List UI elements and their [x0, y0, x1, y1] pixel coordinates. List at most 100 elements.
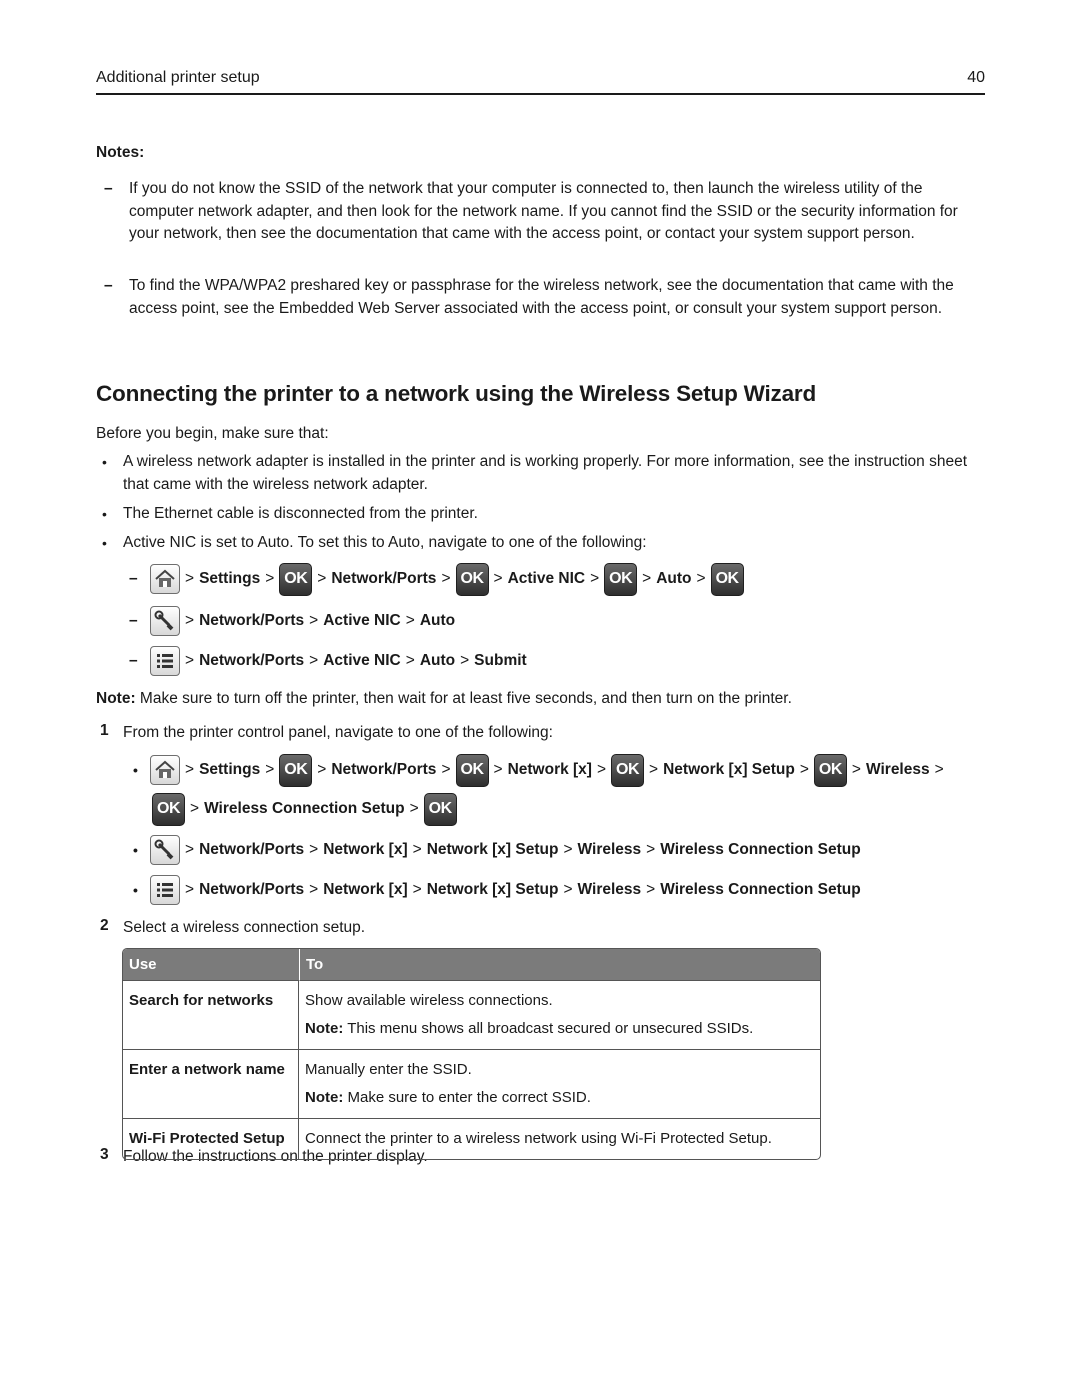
menu-list-icon: [150, 875, 180, 905]
prereq-item: • A wireless network adapter is installe…: [96, 451, 985, 496]
connection-options-table: Use To Search for networks Show availabl…: [122, 948, 821, 1160]
menu-path-item: Wireless Connection Setup: [204, 800, 405, 817]
menu-path-item: Network/Ports: [331, 570, 437, 587]
cell-note-label: Note:: [305, 1020, 344, 1037]
separator: >: [185, 612, 195, 629]
menu-path-item: Network/Ports: [331, 761, 437, 778]
bullet-mark: •: [133, 882, 138, 898]
separator: >: [646, 841, 656, 858]
separator: >: [265, 570, 275, 587]
step1-path-wrench: • > Network/Ports > Network [x] > Networ…: [96, 832, 861, 868]
step1-path-menu: • > Network/Ports > Network [x] > Networ…: [96, 872, 861, 908]
menu-path-item: Active NIC: [507, 570, 586, 587]
separator: >: [412, 841, 422, 858]
note-text: To find the WPA/WPA2 preshared key or pa…: [129, 277, 954, 317]
wrench-icon: [150, 606, 180, 636]
separator: >: [646, 881, 656, 898]
cell-note-text: This menu shows all broadcast secured or…: [343, 1020, 754, 1037]
separator: >: [642, 570, 652, 587]
step-number: 3: [100, 1146, 109, 1163]
menu-path-item: Settings: [199, 761, 261, 778]
nic-path-menu: – > Network/Ports > Active NIC > Auto > …: [96, 643, 527, 679]
menu-path-item: Network [x] Setup: [426, 881, 559, 898]
column-header-to: To: [299, 949, 820, 981]
dash-mark: –: [129, 612, 138, 629]
separator: >: [493, 761, 503, 778]
menu-path-item: Active NIC: [323, 612, 401, 629]
intro-text: Before you begin, make sure that:: [96, 425, 329, 442]
separator: >: [185, 881, 195, 898]
separator: >: [265, 761, 275, 778]
step-number: 2: [100, 917, 109, 934]
separator: >: [851, 761, 861, 778]
menu-path-item: Submit: [474, 652, 527, 669]
prereq-text: Active NIC is set to Auto. To set this t…: [123, 534, 647, 551]
menu-path-item: Auto: [419, 612, 456, 629]
note-item: – If you do not know the SSID of the net…: [96, 178, 985, 246]
prereq-item: • The Ethernet cable is disconnected fro…: [96, 503, 985, 526]
separator: >: [696, 570, 706, 587]
ok-button-icon: OK: [813, 753, 847, 787]
menu-path-item: Settings: [199, 570, 261, 587]
separator: >: [309, 652, 319, 669]
page-number: 40: [967, 69, 985, 86]
separator: >: [185, 761, 195, 778]
cell-use: Search for networks: [123, 981, 299, 1050]
separator: >: [405, 612, 415, 629]
separator: >: [317, 570, 327, 587]
table-header-row: Use To: [123, 949, 820, 981]
dash-mark: –: [104, 277, 113, 294]
bullet-mark: •: [102, 506, 107, 522]
menu-path-item: Network/Ports: [199, 652, 305, 669]
separator: >: [185, 841, 195, 858]
bullet-mark: •: [133, 762, 138, 778]
ok-button-icon: OK: [279, 562, 313, 596]
bullet-mark: •: [102, 535, 107, 551]
note-item: – To find the WPA/WPA2 preshared key or …: [96, 275, 985, 320]
cell-note-text: Make sure to enter the correct SSID.: [343, 1089, 591, 1106]
notes-label: Notes:: [96, 144, 145, 161]
cell-to: Connect the printer to a wireless networ…: [305, 1130, 772, 1147]
power-note: Note: Make sure to turn off the printer,…: [96, 688, 792, 711]
cell-to-text: Manually enter the SSID.: [305, 1061, 472, 1078]
menu-path-item: Network [x]: [323, 841, 408, 858]
separator: >: [190, 800, 200, 817]
menu-path-item: Network [x]: [323, 881, 408, 898]
dash-mark: –: [129, 652, 138, 669]
menu-path-item: Auto: [419, 652, 456, 669]
table-row: Enter a network name Manually enter the …: [123, 1050, 820, 1119]
nic-path-wrench: – > Network/Ports > Active NIC > Auto: [96, 603, 455, 639]
cell-to-text: Show available wireless connections.: [305, 992, 553, 1009]
step-number: 1: [100, 722, 109, 739]
bullet-mark: •: [102, 454, 107, 470]
separator: >: [493, 570, 503, 587]
separator: >: [412, 881, 422, 898]
ok-button-icon: OK: [455, 753, 489, 787]
separator: >: [309, 881, 319, 898]
step1-path-home-cont: OK > Wireless Connection Setup > OK: [152, 791, 457, 827]
separator: >: [309, 612, 319, 629]
menu-path-item: Active NIC: [323, 652, 401, 669]
separator: >: [460, 652, 470, 669]
separator: >: [309, 841, 319, 858]
table-row: Wi‑Fi Protected Setup Connect the printe…: [123, 1119, 820, 1159]
menu-path-item: Wireless: [577, 881, 642, 898]
separator: >: [317, 761, 327, 778]
column-header-use: Use: [123, 949, 299, 981]
separator: >: [649, 761, 659, 778]
step-text: Select a wireless connection setup.: [123, 919, 366, 936]
separator: >: [934, 761, 944, 778]
separator: >: [590, 570, 600, 587]
menu-path-item: Wireless: [865, 761, 930, 778]
menu-path-item: Network [x] Setup: [663, 761, 795, 778]
dash-mark: –: [104, 180, 113, 197]
separator: >: [563, 841, 573, 858]
step-text: From the printer control panel, navigate…: [123, 724, 553, 741]
cell-note: Note: This menu shows all broadcast secu…: [305, 1015, 814, 1043]
header-title: Additional printer setup: [96, 69, 260, 86]
table-row: Search for networks Show available wirel…: [123, 981, 820, 1050]
menu-list-icon: [150, 646, 180, 676]
menu-path-item: Auto: [656, 570, 692, 587]
note-label: Note:: [96, 690, 136, 707]
bullet-mark: •: [133, 842, 138, 858]
